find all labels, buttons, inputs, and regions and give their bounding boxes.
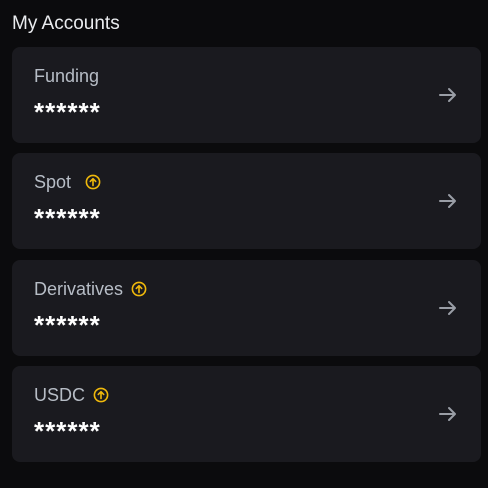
account-balance: ****** <box>34 203 101 233</box>
arrow-right-icon[interactable] <box>437 84 459 106</box>
account-card-usdc[interactable]: USDC ****** <box>12 366 481 462</box>
arrow-right-icon[interactable] <box>437 190 459 212</box>
account-name-row: Funding <box>34 63 99 89</box>
arrow-up-circle-icon[interactable] <box>85 174 101 190</box>
accounts-page: My Accounts Funding ****** Spot ****** D… <box>0 0 488 488</box>
account-name: USDC <box>34 385 86 405</box>
arrow-up-circle-icon[interactable] <box>93 387 109 403</box>
account-name: Spot <box>34 172 72 192</box>
account-name-row: USDC <box>34 382 109 408</box>
account-balance: ****** <box>34 97 101 127</box>
account-balance: ****** <box>34 416 101 446</box>
account-card-spot[interactable]: Spot ****** <box>12 153 481 249</box>
section-title: My Accounts <box>12 13 120 34</box>
account-card-funding[interactable]: Funding ****** <box>12 47 481 143</box>
account-balance: ****** <box>34 310 101 340</box>
account-name-row: Spot <box>34 169 101 195</box>
account-card-derivatives[interactable]: Derivatives ****** <box>12 260 481 356</box>
account-name: Derivatives <box>34 279 124 299</box>
arrow-right-icon[interactable] <box>437 403 459 425</box>
arrow-up-circle-icon[interactable] <box>131 281 147 297</box>
account-name-row: Derivatives <box>34 276 147 302</box>
arrow-right-icon[interactable] <box>437 297 459 319</box>
account-name: Funding <box>34 66 100 86</box>
